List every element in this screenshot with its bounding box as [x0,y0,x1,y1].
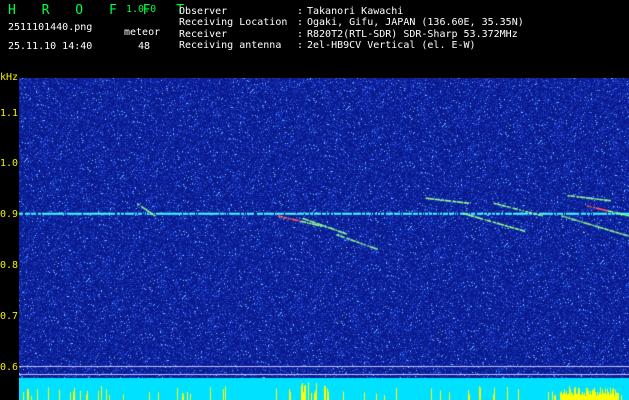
filename: 2511101440.png [8,22,93,33]
y-tick-label: 0.7 [0,310,19,322]
spectrogram-canvas [19,78,629,400]
header-panel: H R O F F T 1.0.0 2511101440.png 25.11.1… [0,0,629,78]
info-label-receiver: Receiver [179,29,228,40]
app-title: H R O F F T [8,3,194,18]
info-value-location: Ogaki, Gifu, JAPAN (136.60E, 35.35N) [307,17,524,28]
spectrogram-plot [19,78,629,400]
meteor-count: 48 [138,41,151,52]
info-label-observer: Observer [179,6,228,17]
info-label-location: Receiving Location [179,17,288,28]
y-tick-label: 0.8 [0,260,19,272]
info-value-antenna: 2el-HB9CV Vertical (el. E-W) [307,40,476,51]
y-tick-label: 0.6 [0,361,19,373]
info-label-antenna: Receiving antenna [179,40,282,51]
app-version: 1.0.0 [126,4,157,15]
meteor-label: meteor [124,27,161,38]
info-sep-antenna: : [297,40,304,51]
timestamp: 25.11.10 14:40 [8,41,93,52]
y-axis-unit: kHz [0,72,19,83]
info-sep-location: : [297,17,304,28]
y-tick-label: 1.1 [0,107,19,119]
info-value-receiver: R820T2(RTL-SDR) SDR-Sharp 53.372MHz [307,29,518,40]
y-tick-label: 0.9 [0,209,19,221]
info-sep-receiver: : [297,29,304,40]
info-value-observer: Takanori Kawachi [307,6,404,17]
y-tick-label: 1.0 [0,158,19,170]
info-sep-observer: : [297,6,304,17]
